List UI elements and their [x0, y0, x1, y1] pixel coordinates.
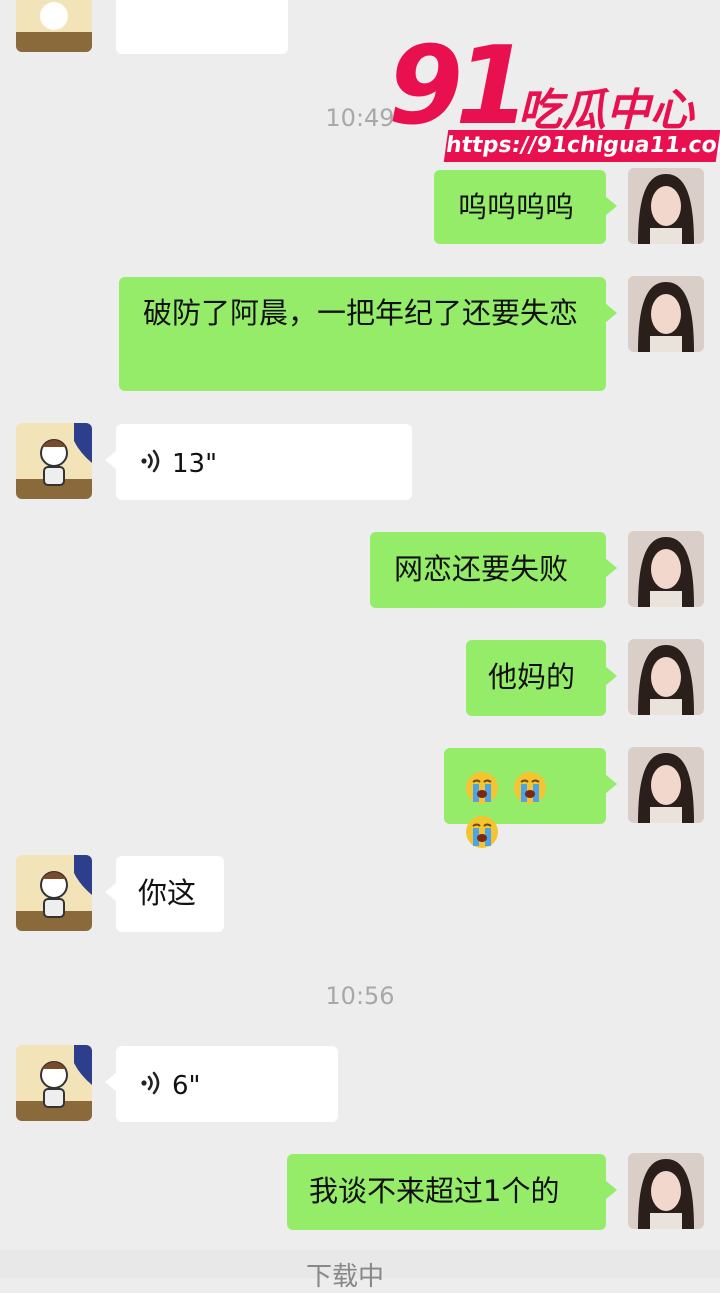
voice-message[interactable]: 6" [105, 1046, 338, 1122]
message-bubble-sent[interactable]: 呜呜呜呜 [434, 170, 617, 244]
voice-wave-icon [140, 442, 162, 486]
message-text: 他妈的 [488, 660, 576, 694]
emoji-message[interactable] [444, 748, 617, 848]
watermark-title: 吃瓜中心 [518, 85, 694, 136]
message-bubble-sent[interactable]: 我谈不来超过1个的 [287, 1154, 617, 1230]
voice-duration: 13" [172, 449, 218, 479]
message-bubble-sent[interactable]: 网恋还要失败 [370, 532, 617, 608]
loudly-crying-face-icon [512, 770, 548, 806]
contact-avatar[interactable] [16, 1045, 92, 1121]
watermark: 91 吃瓜中心 https://91chigua11.com [386, 24, 720, 170]
download-status: 下载中 [306, 1262, 385, 1292]
contact-avatar-partial[interactable] [16, 0, 92, 52]
message-text: 你这 [138, 876, 197, 910]
message-text: 呜呜呜呜 [458, 190, 575, 224]
message-text: 网恋还要失败 [394, 552, 569, 586]
message-bubble-received[interactable]: 你这 [105, 856, 224, 932]
my-avatar[interactable] [628, 168, 704, 244]
loudly-crying-face-icon [464, 814, 500, 850]
my-avatar[interactable] [628, 639, 704, 715]
contact-avatar[interactable] [16, 423, 92, 499]
message-text: 破防了阿晨，一把年纪了还要失恋 [143, 296, 579, 330]
voice-message[interactable]: 13" [105, 424, 412, 500]
watermark-url: https://91chigua11.com [443, 130, 720, 162]
my-avatar[interactable] [628, 531, 704, 607]
message-bubble-partial [116, 0, 288, 54]
contact-avatar[interactable] [16, 855, 92, 931]
my-avatar[interactable] [628, 276, 704, 352]
message-bubble-sent[interactable]: 他妈的 [466, 640, 617, 716]
my-avatar[interactable] [628, 1153, 704, 1229]
voice-wave-icon [140, 1064, 162, 1108]
message-text: 我谈不来超过1个的 [309, 1174, 560, 1208]
timestamp: 10:56 [325, 982, 395, 1010]
voice-duration: 6" [172, 1071, 201, 1101]
loudly-crying-face-icon [464, 770, 500, 806]
message-bubble-sent[interactable]: 破防了阿晨，一把年纪了还要失恋 [119, 277, 617, 391]
my-avatar[interactable] [628, 747, 704, 823]
